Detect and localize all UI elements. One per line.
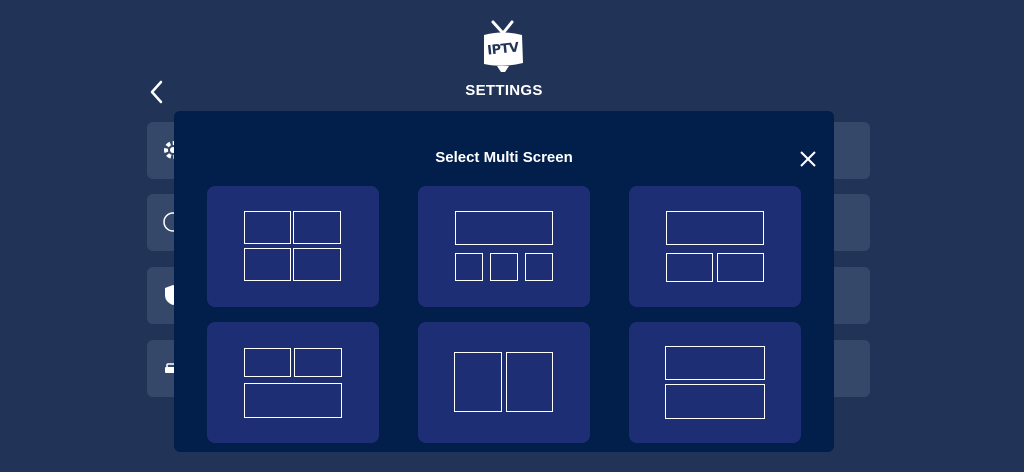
screen-pane [244,248,291,281]
page-title: SETTINGS [465,82,543,99]
screen-pane [717,253,764,282]
screen-pane [525,253,553,281]
screen-pane [454,352,502,412]
screen-pane [293,211,341,244]
screen-pane [490,253,518,281]
multi-screen-dialog: Select Multi Screen [174,111,834,452]
close-button[interactable] [798,149,818,169]
layout-option-one-top-three-bottom[interactable] [418,186,590,307]
close-icon [800,151,816,167]
screen-pane [244,348,291,377]
screen-pane [665,384,765,419]
layout-option-one-top-two-bottom[interactable] [629,186,801,307]
screen-pane [666,253,713,282]
screen-pane [455,211,553,245]
dialog-title: Select Multi Screen [435,149,573,166]
layout-option-two-top-one-bottom[interactable] [207,322,379,443]
layout-option-grid-2x2[interactable] [207,186,379,307]
layout-option-two-stacked[interactable] [629,322,801,443]
screen-pane [244,383,342,418]
back-button[interactable] [146,79,168,105]
layout-option-two-side-by-side[interactable] [418,322,590,443]
app-logo: IPTV [481,18,525,76]
chevron-left-icon [150,80,163,104]
screen-pane [666,211,764,245]
screen-pane [294,348,342,377]
screen-pane [244,211,291,244]
screen-pane [293,248,341,281]
screen-pane [455,253,483,281]
screen-pane [506,352,553,412]
screen-pane [665,346,765,380]
